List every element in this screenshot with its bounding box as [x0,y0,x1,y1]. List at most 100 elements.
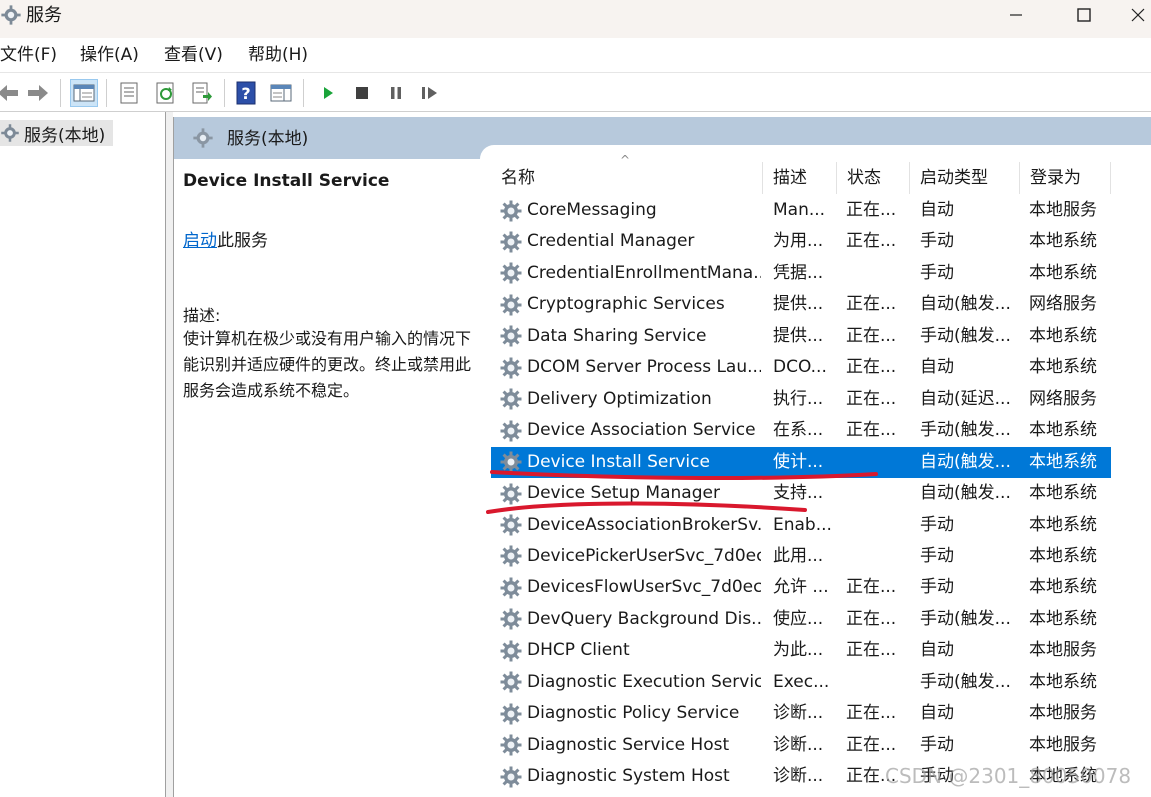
service-description: 执行... [773,388,824,409]
service-name: DHCP Client [527,640,630,661]
service-name-cell: DeviceAssociationBrokerSv... [499,510,761,541]
console-tree: 服务(本地) [0,112,166,797]
column-header-log-on-as[interactable]: 登录为 [1020,162,1111,194]
back-arrow-icon [0,85,18,101]
help-icon: ? [236,81,256,105]
service-log-on-as: 本地服务 [1029,734,1097,755]
table-row[interactable]: DHCP Client 为此... 正在... 自动 本地服务 [491,635,1111,666]
service-name: DeviceAssociationBrokerSv... [527,514,761,535]
maximize-button[interactable] [1054,0,1114,30]
panel-header-title: 服务(本地) [227,129,309,149]
description-label: 描述: [183,306,221,325]
service-description: Man... [773,200,826,220]
table-row[interactable]: Diagnostic Execution Service Exec... 手动(触发… [491,667,1111,698]
table-row[interactable]: Delivery Optimization 执行... 正在... 自动(延迟... 网… [491,384,1111,415]
gear-icon [500,734,522,756]
column-header-name[interactable]: 名称 [491,162,763,194]
menu-view[interactable]: 查看(V) [164,44,223,66]
menu-help[interactable]: 帮助(H) [248,44,308,66]
service-name-cell: Device Association Service [499,415,761,446]
close-button[interactable] [1124,0,1151,30]
service-name: Delivery Optimization [527,388,712,409]
toolbar-separator [106,79,107,107]
minimize-button[interactable] [986,0,1046,30]
table-row[interactable]: Device Association Service 在系... 正在... 手动(触… [491,415,1111,446]
menu-file[interactable]: 文件(F) [0,44,57,66]
service-description: 诊断... [773,766,824,787]
column-header-startup-type[interactable]: 启动类型 [910,162,1020,194]
table-row[interactable]: DevicePickerUserSvc_7d0ec 此用... 手动 本地系统 [491,541,1111,572]
table-row[interactable]: Data Sharing Service 提供... 正在... 手动(触发... 本地… [491,321,1111,352]
service-name-cell: Diagnostic Execution Service [499,667,761,698]
table-row[interactable]: DeviceAssociationBrokerSv... Enab... 手动 本地系… [491,510,1111,541]
service-description: 为此... [773,640,824,661]
close-icon [1131,8,1144,22]
service-name-cell: Diagnostic Service Host [499,730,761,761]
service-log-on-as: 本地系统 [1029,357,1097,378]
table-header: 名称 描述 状态 启动类型 登录为 [491,162,1131,194]
splitter[interactable] [166,112,173,797]
watermark: CSDN @2301_80050078 [885,764,1132,788]
service-description: Enab... [773,514,832,535]
refresh-button[interactable] [152,79,180,107]
selected-service-name: Device Install Service [183,171,390,191]
action-pane-button[interactable] [267,79,295,107]
service-action: 启动此服务 [183,226,268,251]
stop-service-icon [356,87,368,99]
table-row[interactable]: Credential Manager 为用... 正在... 手动 本地系统 [491,226,1111,257]
gear-icon [500,262,522,284]
gear-icon [500,640,522,662]
panel-header-notch [480,145,1151,159]
service-name-cell: Diagnostic System Host [499,761,761,792]
column-header-description[interactable]: 描述 [763,162,837,194]
table-row[interactable]: CoreMessaging Man... 正在... 自动 本地服务 [491,195,1111,226]
table-row[interactable]: CredentialEnrollmentMana... 凭据... 手动 本地系统 [491,258,1111,289]
service-description: 提供... [773,294,824,315]
service-name: Diagnostic Execution Service [527,671,761,692]
forward-button[interactable] [24,79,52,107]
service-startup-type: 手动 [920,262,954,283]
service-name: DevicePickerUserSvc_7d0ec [527,545,761,566]
table-row[interactable]: DevQuery Background Dis... 使应... 正在... 手动(触… [491,604,1111,635]
service-name: DCOM Server Process Lau... [527,357,761,378]
service-startup-type: 手动 [920,734,954,755]
title-bar: 服务 [0,0,1151,38]
toolbar-separator [224,79,225,107]
maximize-icon [1077,8,1091,22]
export-list-icon [192,82,212,104]
service-name: Device Setup Manager [527,483,720,504]
export-list-button[interactable] [188,79,216,107]
service-log-on-as: 本地系统 [1029,262,1097,283]
table-row[interactable]: Diagnostic Policy Service 诊断... 正在... 自动 本地服… [491,698,1111,729]
back-button[interactable] [0,79,22,107]
pause-service-button[interactable] [382,79,410,107]
help-button[interactable]: ? [232,79,260,107]
service-status [846,258,906,289]
toolbar: ? [0,72,1151,112]
menu-action[interactable]: 操作(A) [80,44,139,66]
stop-service-button[interactable] [348,79,376,107]
table-row[interactable]: DCOM Server Process Lau... DCO... 正在... 自动 本… [491,352,1111,383]
service-status: 正在... [846,420,897,441]
start-service-button[interactable] [314,79,342,107]
service-startup-type: 自动(触发... [920,451,1011,472]
service-startup-type: 手动(触发... [920,608,1011,629]
table-row[interactable]: Device Setup Manager 支持... 自动(触发... 本地系统 [491,478,1111,509]
column-header-status[interactable]: 状态 [837,162,910,194]
service-log-on-as: 本地系统 [1029,545,1097,566]
console-tree-button[interactable] [70,79,98,107]
start-service-link[interactable]: 启动 [183,231,217,251]
tree-node-services-local[interactable]: 服务(本地) [0,120,113,146]
properties-button[interactable] [115,79,143,107]
table-row[interactable]: DevicesFlowUserSvc_7d0ec 允许 ... 正在... 手动 本地系… [491,572,1111,603]
resume-service-button[interactable] [416,79,444,107]
service-name: CoreMessaging [527,200,657,220]
table-row-selected[interactable]: Device Install Service 使计... 自动(触发... 本地系统 [491,446,1111,478]
service-name: DevQuery Background Dis... [527,608,761,629]
table-row[interactable]: Diagnostic Service Host 诊断... 正在... 手动 本地服务 [491,730,1111,761]
gear-icon [500,703,522,725]
service-name-cell: CoreMessaging [499,195,761,226]
service-log-on-as: 本地服务 [1029,640,1097,661]
table-row[interactable]: Cryptographic Services 提供... 正在... 自动(触发...… [491,289,1111,320]
tree-node-label: 服务(本地) [24,125,106,146]
